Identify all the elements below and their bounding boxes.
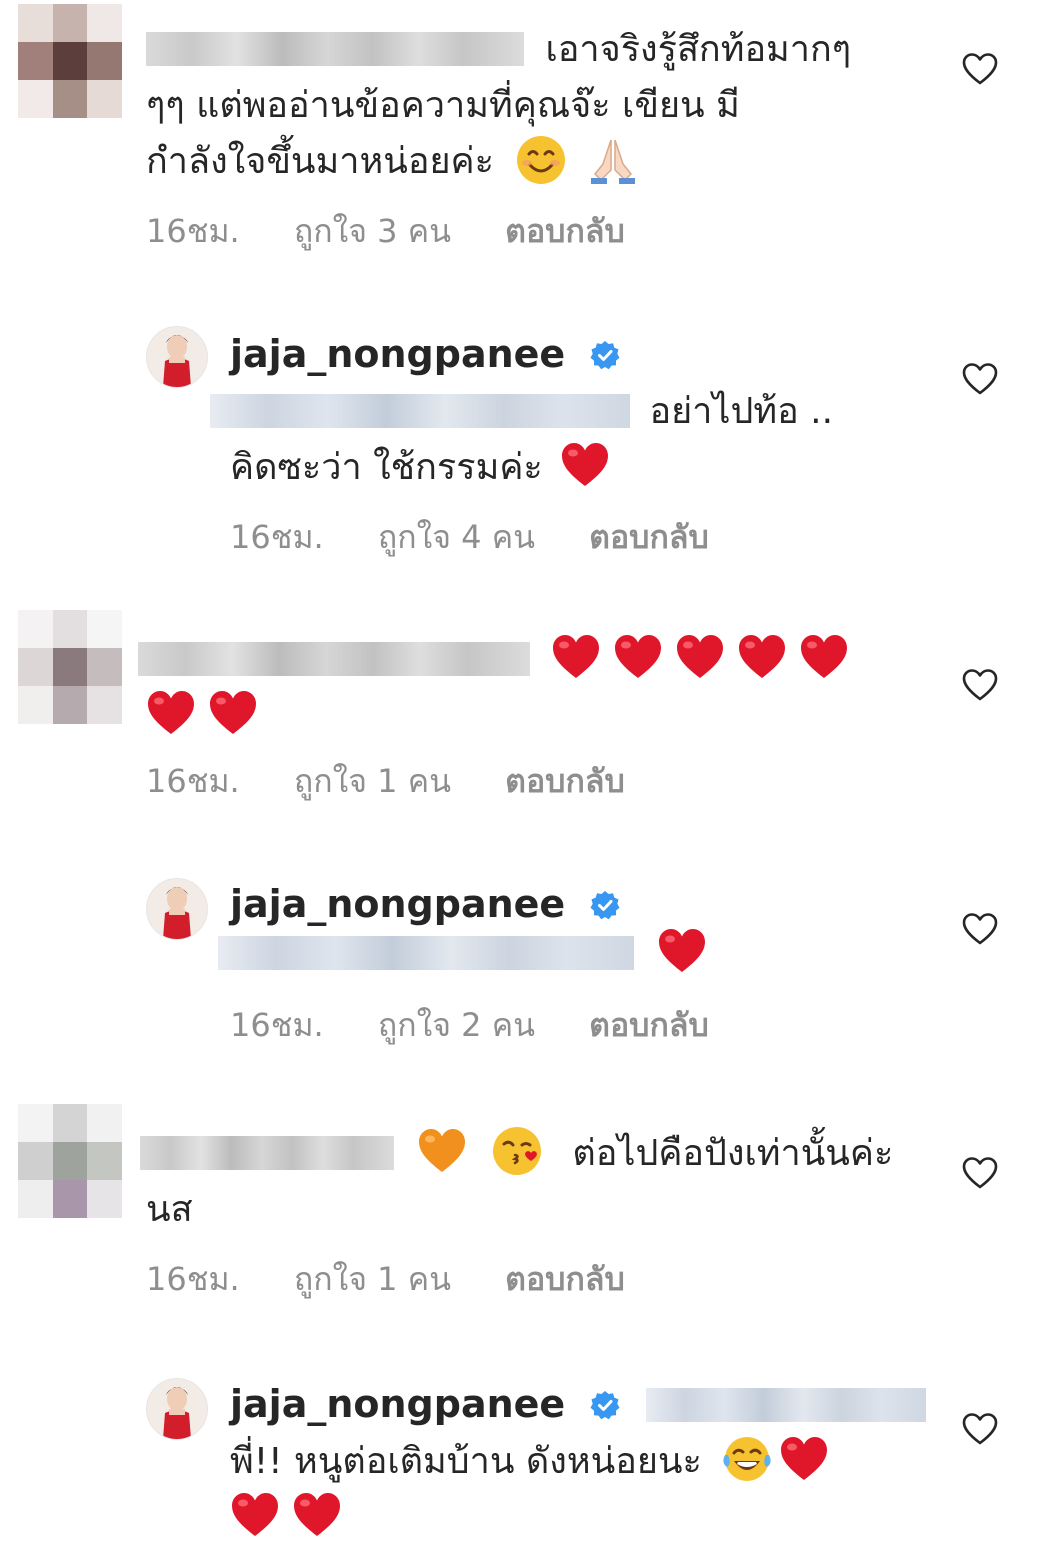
smiling-face-emoji-icon xyxy=(517,136,566,184)
verified-badge-icon xyxy=(590,891,620,920)
heart-outline-icon[interactable] xyxy=(962,52,998,86)
blurred-mention[interactable] xyxy=(645,1387,926,1422)
heart-row xyxy=(545,635,855,680)
comment-text-line: ๆๆ แต่พออ่านข้อความที่คุณจ๊ะ เขียน มี xyxy=(146,85,740,126)
avatar[interactable] xyxy=(146,326,208,388)
username[interactable]: jaja_nongpanee xyxy=(230,1382,565,1426)
blurred-username[interactable] xyxy=(138,642,530,676)
heart-outline-icon[interactable] xyxy=(962,1412,998,1446)
likes-count[interactable]: ถูกใจ 1 คน xyxy=(294,1260,451,1298)
comment-text: พี่!! หนูต่อเติมบ้าน ดังหน่อยนะ xyxy=(230,1434,835,1546)
orange-heart-emoji-icon xyxy=(419,1129,466,1172)
red-heart-emoji-icon xyxy=(232,1493,278,1536)
comment-time: 16ชม. xyxy=(230,1006,324,1044)
reply-button[interactable]: ตอบกลับ xyxy=(505,762,625,800)
avatar-image xyxy=(147,879,207,939)
blurred-mention[interactable] xyxy=(210,394,630,428)
reply-button[interactable]: ตอบกลับ xyxy=(505,212,625,250)
comment-meta: 16ชม. ถูกใจ 3 คน ตอบกลับ xyxy=(146,206,669,256)
comment-text xyxy=(138,632,855,744)
red-heart-emoji-icon xyxy=(677,635,724,678)
comment-text-line: เอาจริงรู้สึกท้อมากๆ xyxy=(545,29,852,70)
verified-badge-icon xyxy=(590,1391,620,1420)
comment-text: เอาจริงรู้สึกท้อมากๆ ๆๆ แต่พออ่านข้อความ… xyxy=(146,22,851,190)
comment-header: jaja_nongpanee xyxy=(230,876,620,932)
comment-text-line: พี่!! หนูต่อเติมบ้าน ดังหน่อยนะ xyxy=(230,1441,702,1482)
avatar[interactable] xyxy=(18,610,122,724)
heart-outline-icon[interactable] xyxy=(962,362,998,396)
comment-text: ต่อไปคือปังเท่านั้นค่ะ นส xyxy=(140,1126,893,1238)
comment-header: jaja_nongpanee xyxy=(230,326,620,382)
face-blowing-kiss-emoji-icon xyxy=(492,1127,541,1175)
likes-count[interactable]: ถูกใจ 3 คน xyxy=(294,212,451,250)
likes-count[interactable]: ถูกใจ 1 คน xyxy=(294,762,451,800)
red-heart-emoji-icon xyxy=(781,1437,828,1480)
avatar-image xyxy=(147,1379,207,1439)
avatar[interactable] xyxy=(146,1378,208,1440)
comment-text: อย่าไปท้อ .. คิดซะว่า ใช้กรรมค่ะ xyxy=(210,384,833,496)
comment-text-line: อย่าไปท้อ .. xyxy=(649,391,834,432)
red-heart-emoji-icon xyxy=(801,635,848,678)
red-heart-emoji-icon xyxy=(562,443,609,486)
avatar[interactable] xyxy=(18,4,122,118)
red-heart-emoji-icon xyxy=(553,635,600,678)
comment-meta: 16ชม. ถูกใจ 2 คน ตอบกลับ xyxy=(230,1000,753,1050)
folded-hands-emoji-icon xyxy=(590,139,635,184)
blurred-mention[interactable] xyxy=(218,936,634,970)
comment-time: 16ชม. xyxy=(146,762,240,800)
red-heart-emoji-icon xyxy=(148,691,194,734)
tears-of-joy-emoji-icon xyxy=(723,1437,771,1481)
verified-badge-icon xyxy=(590,341,620,370)
avatar-image xyxy=(147,327,207,387)
comment-text xyxy=(218,926,713,982)
reply-button[interactable]: ตอบกลับ xyxy=(589,1006,709,1044)
comment-header: jaja_nongpanee xyxy=(230,1376,926,1432)
red-heart-emoji-icon xyxy=(659,929,706,972)
red-heart-emoji-icon xyxy=(210,691,256,734)
comment-time: 16ชม. xyxy=(146,212,240,250)
comment-meta: 16ชม. ถูกใจ 1 คน ตอบกลับ xyxy=(146,1254,669,1304)
blurred-username[interactable] xyxy=(146,32,524,66)
reply-button[interactable]: ตอบกลับ xyxy=(589,518,709,556)
red-heart-emoji-icon xyxy=(615,635,662,678)
comment-text-line: กำลังใจขึ้นมาหน่อยค่ะ xyxy=(146,141,494,182)
heart-outline-icon[interactable] xyxy=(962,1156,998,1190)
comment-text-line: นส xyxy=(146,1189,193,1230)
comment-time: 16ชม. xyxy=(230,518,324,556)
red-heart-emoji-icon xyxy=(739,635,786,678)
avatar[interactable] xyxy=(18,1104,122,1218)
likes-count[interactable]: ถูกใจ 4 คน xyxy=(378,518,535,556)
comment-meta: 16ชม. ถูกใจ 4 คน ตอบกลับ xyxy=(230,512,753,562)
comment-text-line: คิดซะว่า ใช้กรรมค่ะ xyxy=(230,447,543,488)
red-heart-emoji-icon xyxy=(294,1493,340,1536)
reply-button[interactable]: ตอบกลับ xyxy=(505,1260,625,1298)
heart-outline-icon[interactable] xyxy=(962,912,998,946)
likes-count[interactable]: ถูกใจ 2 คน xyxy=(378,1006,535,1044)
username[interactable]: jaja_nongpanee xyxy=(230,882,565,926)
blurred-username[interactable] xyxy=(140,1136,394,1170)
comment-meta: 16ชม. ถูกใจ 1 คน ตอบกลับ xyxy=(146,756,669,806)
avatar[interactable] xyxy=(146,878,208,940)
comment-thread: เอาจริงรู้สึกท้อมากๆ ๆๆ แต่พออ่านข้อความ… xyxy=(0,0,1056,1552)
username[interactable]: jaja_nongpanee xyxy=(230,332,565,376)
comment-time: 16ชม. xyxy=(146,1260,240,1298)
comment-text-line: ต่อไปคือปังเท่านั้นค่ะ xyxy=(572,1133,894,1174)
heart-outline-icon[interactable] xyxy=(962,668,998,702)
